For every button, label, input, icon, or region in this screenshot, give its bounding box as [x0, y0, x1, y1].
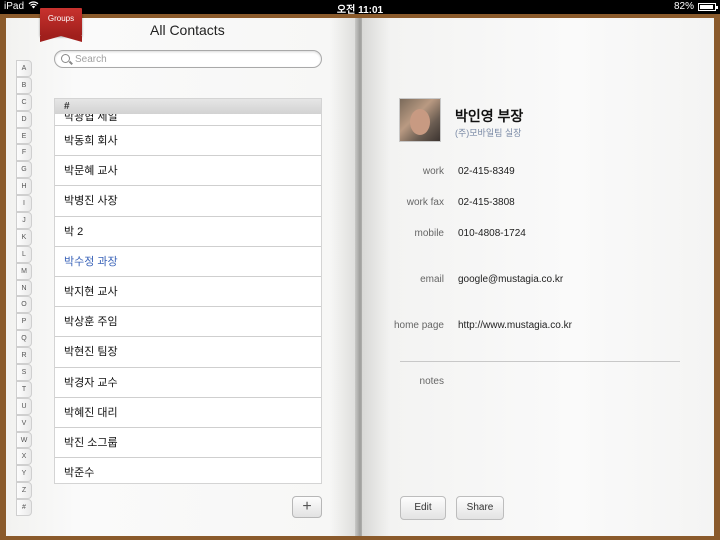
search-icon [61, 54, 70, 63]
list-item[interactable]: 박광협 세일 [55, 114, 321, 126]
field-value[interactable]: 02-415-8349 [458, 166, 515, 177]
list-item[interactable]: 박경자 교수 [55, 368, 321, 398]
list-item[interactable]: 박혜진 대리 [55, 398, 321, 428]
index-tab[interactable]: K [16, 228, 32, 246]
index-tab[interactable]: M [16, 262, 32, 280]
groups-button[interactable]: Groups [40, 8, 82, 42]
index-tab[interactable]: T [16, 380, 32, 398]
divider [400, 361, 680, 362]
index-tab[interactable]: E [16, 127, 32, 145]
battery-icon [698, 2, 718, 11]
status-bar: iPad 오전 11:01 82% [0, 0, 720, 16]
index-tab[interactable]: G [16, 161, 32, 179]
field-label: mobile [414, 228, 444, 239]
list-item[interactable]: 박문혜 교사 [55, 156, 321, 187]
edit-button[interactable]: Edit [400, 496, 446, 520]
contact-name: 박인영 부장 [455, 108, 524, 124]
index-tab[interactable]: D [16, 110, 32, 128]
search-input[interactable] [75, 52, 315, 66]
section-header: # [55, 99, 321, 114]
index-tab[interactable]: C [16, 93, 32, 111]
avatar [399, 98, 441, 142]
index-tab[interactable]: Y [16, 465, 32, 483]
field-value[interactable]: http://www.mustagia.co.kr [458, 320, 572, 331]
index-tab[interactable]: N [16, 279, 32, 297]
list-item[interactable]: 박동희 회사 [55, 126, 321, 157]
index-tab[interactable]: # [16, 499, 32, 517]
list-item[interactable]: 박현진 팀장 [55, 337, 321, 368]
index-tab[interactable]: I [16, 195, 32, 213]
index-tab[interactable]: U [16, 397, 32, 415]
index-tab[interactable]: P [16, 313, 32, 331]
field-value[interactable]: 02-415-3808 [458, 197, 515, 208]
index-tab[interactable]: W [16, 431, 32, 449]
field-value[interactable]: google@mustagia.co.kr [458, 274, 563, 285]
notes-label: notes [419, 376, 444, 387]
field-label: work fax [406, 197, 444, 208]
index-tab[interactable]: A [16, 60, 32, 77]
index-tab[interactable]: Q [16, 330, 32, 348]
list-item[interactable]: 박병진 사장 [55, 186, 321, 217]
index-tab[interactable]: J [16, 212, 32, 229]
list-item[interactable]: 박준수 [55, 458, 321, 483]
field-label: work [422, 166, 444, 177]
add-contact-button[interactable]: + [292, 496, 322, 518]
index-tab[interactable]: R [16, 347, 32, 365]
index-tab[interactable]: F [16, 144, 32, 162]
list-item[interactable]: 박상훈 주임 [55, 307, 321, 338]
index-tab[interactable]: H [16, 178, 32, 196]
index-tab[interactable]: Z [16, 482, 32, 500]
contact-company: (주)모바일팀 실장 [455, 128, 522, 138]
list-item[interactable]: 박수정 과장 [55, 247, 321, 277]
alphabet-index[interactable]: A B C D E F G H I J K L M N O P Q R S T U V W X Y Z # [16, 60, 32, 517]
field-label: home page [393, 320, 444, 331]
list-item[interactable]: 박지현 교사 [55, 277, 321, 308]
list-item[interactable]: 박진 소그룹 [55, 428, 321, 459]
index-tab[interactable]: V [16, 414, 32, 432]
contacts-list: # 박광협 세일 박동희 회사 박문혜 교사 박병진 사장 박 2 박수정 과장 박지현 교… [54, 98, 322, 484]
index-tab[interactable]: S [16, 364, 32, 381]
battery-percent: 82% [673, 1, 694, 12]
index-tab[interactable]: B [16, 76, 32, 94]
share-button[interactable]: Share [456, 496, 504, 520]
index-tab[interactable]: O [16, 296, 32, 314]
field-value[interactable]: 010-4808-1724 [458, 228, 526, 239]
search-bar[interactable] [54, 50, 322, 68]
list-item[interactable]: 박 2 [55, 217, 321, 247]
field-label: email [420, 274, 444, 285]
page-title: All Contacts [150, 22, 225, 38]
index-tab[interactable]: L [16, 245, 32, 263]
index-tab[interactable]: X [16, 448, 32, 466]
